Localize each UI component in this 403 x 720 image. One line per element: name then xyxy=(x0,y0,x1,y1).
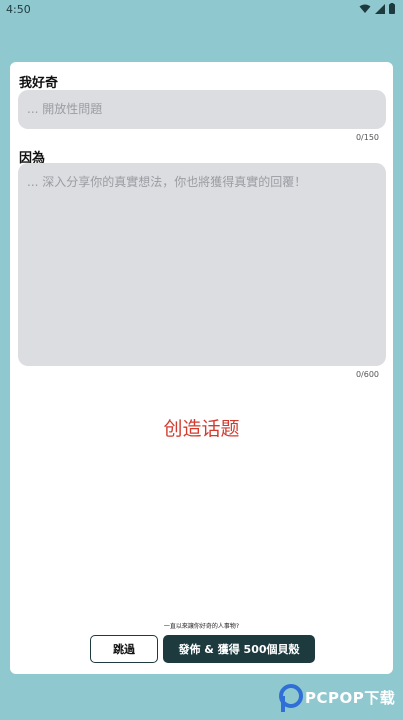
reason-counter: 0/600 xyxy=(355,370,379,379)
footer-hint: 一直以來讓你好奇的人事物? xyxy=(163,623,240,630)
watermark: PCPOP下载 xyxy=(278,684,402,716)
question-counter: 0/150 xyxy=(355,133,379,142)
skip-button[interactable]: 跳過 xyxy=(90,635,158,663)
question-input[interactable]: ... 開放性問題 xyxy=(18,90,386,129)
reason-placeholder: ... 深入分享你的真實想法，你也將獲得真實的回覆！ xyxy=(27,175,307,189)
status-bar: 4:50 xyxy=(0,0,403,18)
pcpop-logo-icon xyxy=(279,684,303,712)
reason-textarea[interactable]: ... 深入分享你的真實想法，你也將獲得真實的回覆！ xyxy=(18,163,386,366)
status-time: 4:50 xyxy=(6,3,31,16)
post-button[interactable]: 發佈 & 獲得 500個貝殼 xyxy=(163,635,315,663)
signal-icon xyxy=(375,3,385,14)
battery-icon xyxy=(389,3,395,14)
question-label: 我好奇 xyxy=(19,76,59,91)
question-placeholder: ... 開放性問題 xyxy=(27,102,103,116)
wifi-icon xyxy=(359,4,371,13)
create-topic-text: 创造话题 xyxy=(163,418,240,440)
status-icons xyxy=(359,3,395,14)
watermark-text: PCPOP下载 xyxy=(305,689,396,707)
topic-form-card: 我好奇 ... 開放性問題 0/150 因為 ... 深入分享你的真實想法，你也… xyxy=(10,62,393,674)
